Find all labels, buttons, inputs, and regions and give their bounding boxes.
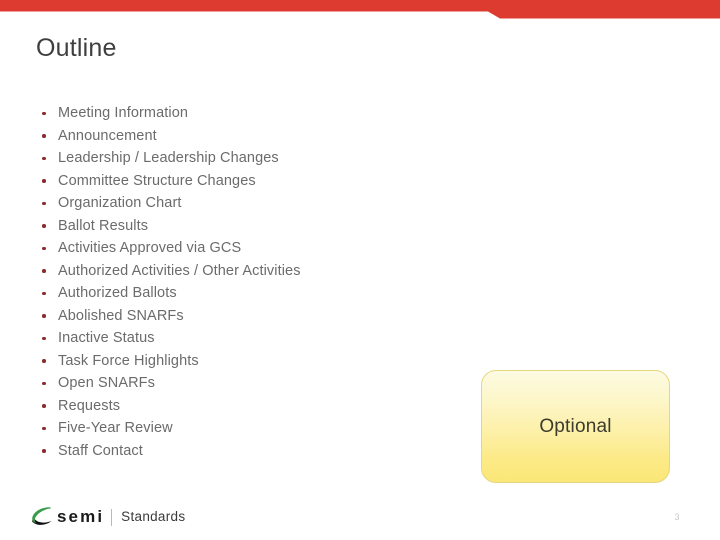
bullet-icon — [42, 381, 46, 385]
list-item: Open SNARFs — [36, 372, 456, 395]
list-item-label: Meeting Information — [58, 105, 189, 121]
list-item: Requests — [36, 395, 456, 418]
banner-shape — [0, 0, 720, 19]
list-item-label: Open SNARFs — [58, 375, 155, 391]
outline-list: Meeting Information Announcement Leaders… — [36, 102, 456, 462]
bullet-icon — [42, 426, 46, 430]
bullet-icon — [42, 201, 46, 205]
bullet-icon — [42, 179, 46, 183]
bullet-icon — [42, 111, 46, 115]
page-number: 3 — [674, 512, 680, 522]
optional-callout-box: Optional — [481, 370, 670, 483]
top-red-banner — [0, 0, 720, 20]
list-item: Inactive Status — [36, 327, 456, 350]
list-item-label: Announcement — [58, 127, 157, 144]
list-item-label: Staff Contact — [58, 442, 143, 459]
list-item-label: Inactive Status — [58, 330, 155, 346]
list-item-label: Organization Chart — [58, 195, 182, 211]
list-item: Activities Approved via GCS — [36, 237, 456, 260]
logo-divider — [111, 508, 113, 526]
list-item: Five-Year Review — [36, 417, 456, 440]
list-item-label: Activities Approved via GCS — [58, 240, 242, 256]
bullet-icon — [42, 314, 46, 318]
list-item: Task Force Highlights — [36, 350, 456, 373]
list-item-label: Requests — [58, 397, 121, 414]
list-item: Abolished SNARFs — [36, 305, 456, 328]
semi-leaf-icon — [28, 505, 55, 529]
bullet-icon — [42, 291, 46, 295]
semi-wordmark: semi — [57, 507, 105, 526]
list-item-label: Five-Year Review — [58, 420, 173, 436]
semi-standards-logo: semi Standards — [28, 504, 185, 530]
bullet-icon — [42, 156, 46, 160]
list-item-label: Abolished SNARFs — [58, 307, 184, 324]
bullet-icon — [42, 359, 46, 363]
list-item-label: Committee Structure Changes — [58, 172, 256, 189]
list-item: Ballot Results — [36, 215, 456, 238]
list-item: Committee Structure Changes — [36, 170, 456, 193]
bullet-icon — [42, 336, 46, 340]
list-item-label: Leadership / Leadership Changes — [58, 150, 279, 166]
optional-callout-label: Optional — [539, 415, 612, 437]
list-item-label: Ballot Results — [58, 217, 149, 234]
list-item: Authorized Activities / Other Activities — [36, 260, 456, 283]
bullet-icon — [42, 134, 46, 138]
list-item: Staff Contact — [36, 440, 456, 463]
list-item-label: Authorized Ballots — [58, 285, 177, 301]
bullet-icon — [42, 246, 46, 250]
list-item-label: Task Force Highlights — [58, 352, 199, 369]
bullet-icon — [42, 449, 46, 453]
list-item: Organization Chart — [36, 192, 456, 215]
list-item: Meeting Information — [36, 102, 456, 125]
bullet-icon — [42, 404, 46, 408]
list-item: Announcement — [36, 125, 456, 148]
list-item: Authorized Ballots — [36, 282, 456, 305]
bullet-icon — [42, 269, 46, 273]
bullet-icon — [42, 224, 46, 228]
list-item: Leadership / Leadership Changes — [36, 147, 456, 170]
page-title: Outline — [36, 34, 117, 62]
list-item-label: Authorized Activities / Other Activities — [58, 262, 301, 279]
logo-subtitle: Standards — [121, 509, 186, 524]
slide-canvas: Outline Meeting Information Announcement… — [0, 0, 720, 540]
